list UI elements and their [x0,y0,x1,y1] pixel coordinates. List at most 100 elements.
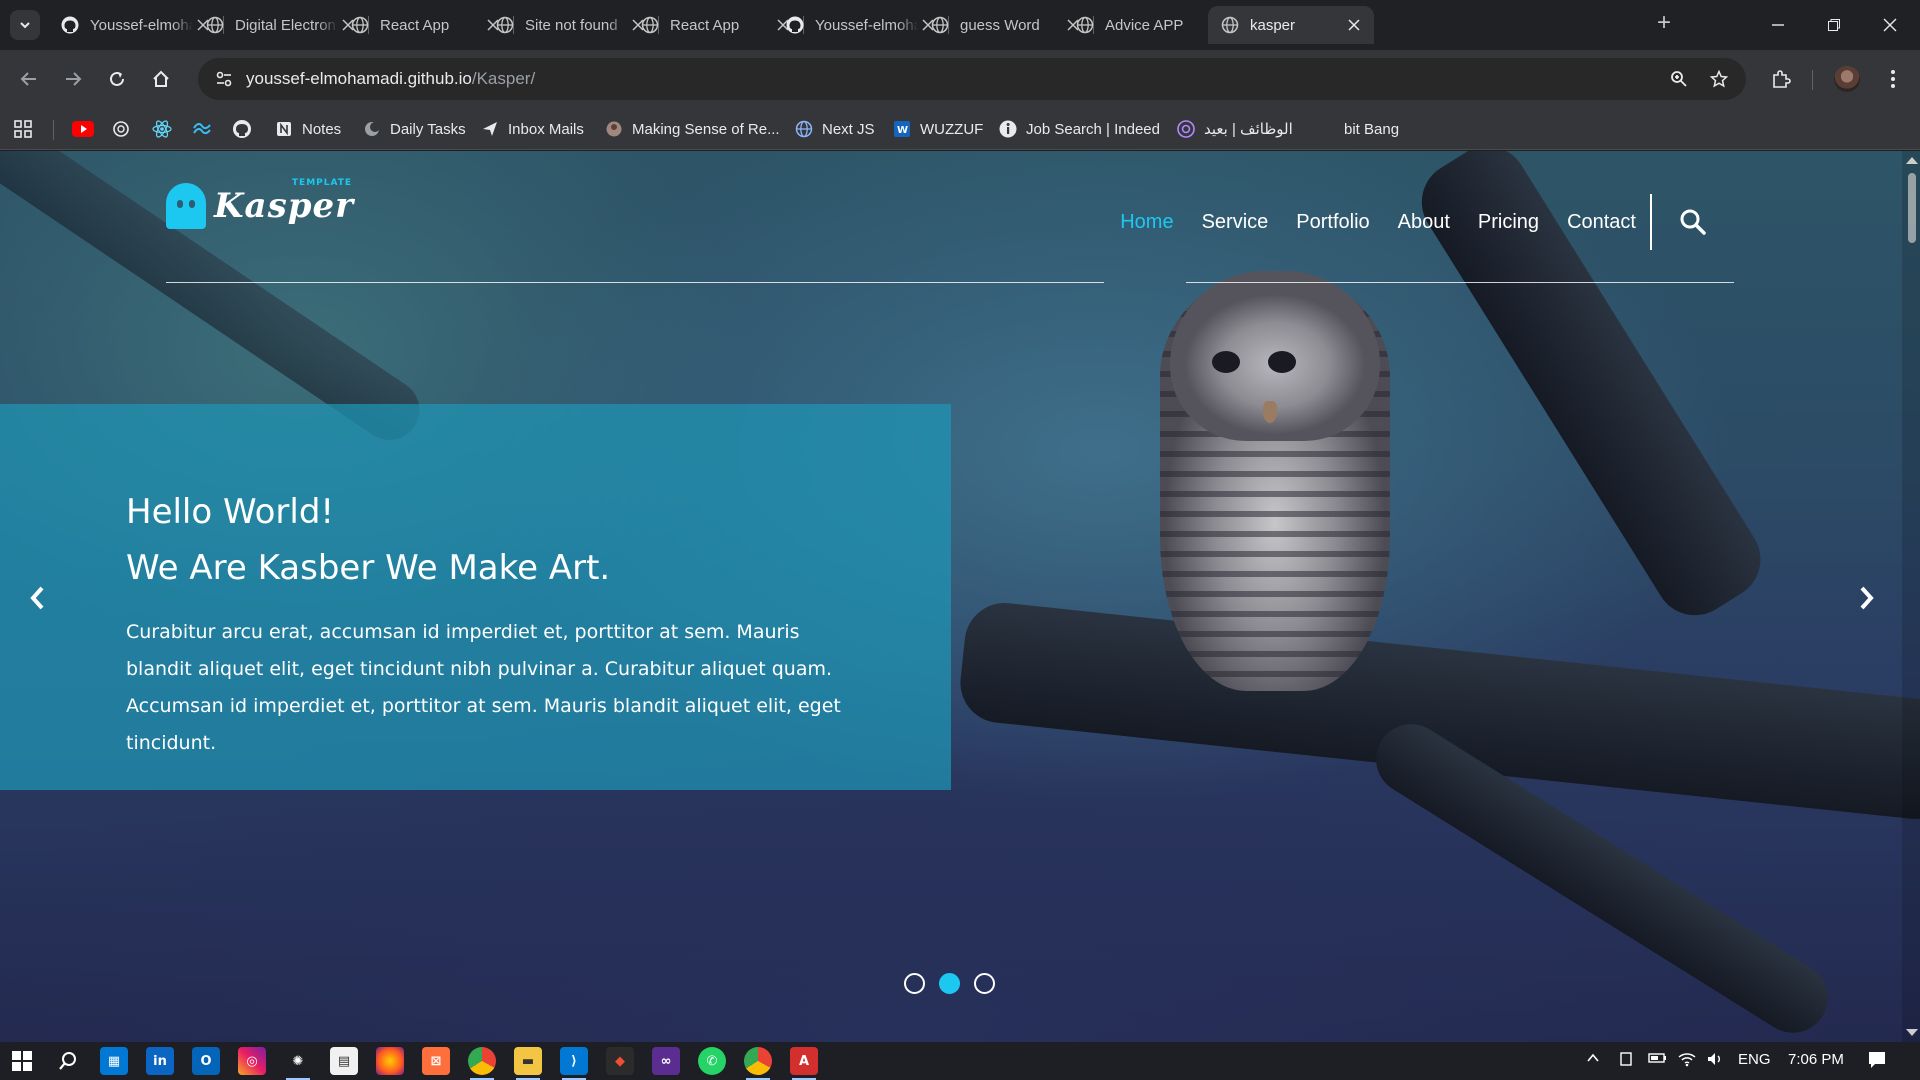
star-icon [1710,70,1728,88]
notepad-icon[interactable]: ▤ [330,1047,358,1075]
reload-button[interactable] [102,64,132,94]
start-button[interactable] [8,1047,36,1075]
tab-search-button[interactable] [10,10,40,40]
moon-icon [362,119,382,139]
bookmark-label: Job Search | Indeed [1026,120,1160,138]
bookmark-item[interactable]: Next JS [794,117,875,141]
restore-button[interactable] [1814,10,1854,40]
globe-icon [495,15,515,35]
forward-button[interactable] [58,64,88,94]
hero-box: Hello World! We Are Kasber We Make Art. … [0,404,951,790]
nav-divider [1650,194,1652,250]
bookmark-item[interactable]: W WUZZUF [892,117,983,141]
tray-device-button[interactable] [1618,1051,1634,1071]
instagram-icon[interactable]: ◎ [238,1047,266,1075]
scroll-thumb[interactable] [1908,173,1916,243]
close-icon [1348,19,1360,31]
slider-dot-3[interactable] [974,973,995,994]
address-bar[interactable]: youssef-elmohamadi.github.io/Kasper/ [198,58,1746,100]
wifi-button[interactable] [1678,1051,1696,1071]
acrobat-icon[interactable]: A [790,1047,818,1080]
language-indicator[interactable]: ENG [1738,1051,1771,1068]
bookmark-item[interactable]: Job Search | Indeed [998,117,1160,141]
bookmark-label: WUZZUF [920,120,984,138]
bookmark-star-button[interactable] [1704,64,1734,94]
nav-about[interactable]: About [1398,211,1450,234]
home-button[interactable] [146,64,176,94]
slider-dot-2[interactable] [939,973,960,994]
more-vert-icon [1891,70,1895,88]
file-explorer-icon[interactable]: ▬ [514,1047,542,1080]
github-icon [785,15,805,35]
nav-home[interactable]: Home [1120,211,1173,234]
bookmark-item[interactable]: Making Sense of Re... [604,117,780,141]
outlook-icon[interactable]: O [192,1047,220,1075]
vscode-icon[interactable]: ⟩ [560,1047,588,1080]
xampp-icon[interactable]: ⊠ [422,1047,450,1075]
firefox-icon[interactable] [376,1047,404,1075]
chatgpt-app-icon[interactable]: ✺ [284,1047,312,1080]
bookmark-label: Notes [302,120,342,138]
slider-prev-button[interactable] [22,583,52,613]
bookmark-chatgpt[interactable] [112,117,130,141]
bookmark-item[interactable]: Notes [274,117,341,141]
menu-button[interactable] [1878,64,1908,94]
bookmark-label: Daily Tasks [390,120,466,138]
hero-text: Curabitur arcu erat, accumsan id imperdi… [126,621,841,754]
bookmarks-bar: Notes Daily Tasks Inbox Mails Making Sense … [0,108,1920,150]
bookmark-item[interactable]: bit Bang [1316,117,1399,141]
globe-icon [350,15,370,35]
close-window-button[interactable] [1870,10,1910,40]
tab-title: Youssef-elmohamadi [815,16,918,34]
chrome-profile-icon[interactable] [744,1047,772,1080]
slider-next-button[interactable] [1852,583,1882,613]
notifications-button[interactable] [1868,1051,1886,1073]
slider-dots [904,973,1009,994]
bookmark-item[interactable]: الوظائف | بعيد [1176,117,1293,141]
nav-service[interactable]: Service [1202,211,1269,234]
bookmark-github[interactable] [232,117,252,141]
profile-button[interactable] [1832,64,1862,94]
clock[interactable]: 7:06 PM [1788,1051,1844,1068]
visual-studio-icon[interactable]: ∞ [652,1047,680,1075]
git-icon[interactable]: ◆ [606,1047,634,1075]
linkedin-icon[interactable]: in [146,1047,174,1075]
site-logo[interactable]: Kasper TEMPLATE [166,178,355,229]
hero-title: Hello World! We Are Kasber We Make Art. [126,484,610,596]
bookmark-youtube[interactable] [72,117,94,141]
close-tab-button[interactable] [1344,15,1364,35]
bookmark-tailwind[interactable] [192,117,212,141]
new-tab-button[interactable]: + [1652,11,1676,36]
taskbar-search-button[interactable] [54,1047,82,1075]
logo-wordmark: Kasper [214,186,355,226]
site-search-button[interactable] [1678,207,1708,237]
page-scrollbar[interactable] [1902,151,1920,1042]
close-icon [1883,18,1897,32]
site-info-button[interactable] [204,58,244,100]
nav-contact[interactable]: Contact [1567,211,1636,234]
whatsapp-icon[interactable]: ✆ [698,1047,726,1075]
bookmark-react[interactable] [152,117,172,141]
store-icon[interactable]: ▦ [100,1047,128,1075]
bookmark-item[interactable]: Daily Tasks [362,117,466,141]
volume-button[interactable] [1706,1051,1724,1071]
back-button[interactable] [14,64,44,94]
toolbar-separator [1812,70,1813,90]
minimize-button[interactable] [1758,10,1798,40]
scroll-down-arrow[interactable] [1906,1029,1918,1036]
bookmark-item[interactable]: Inbox Mails [480,117,584,141]
slider-dot-1[interactable] [904,973,925,994]
globe-icon [1075,15,1095,35]
battery-button[interactable] [1648,1051,1668,1069]
chevron-left-icon [30,586,44,610]
tray-overflow-button[interactable] [1586,1051,1600,1069]
browser-tab[interactable]: kasper [1208,6,1374,44]
nav-pricing[interactable]: Pricing [1478,211,1539,234]
extensions-button[interactable] [1766,64,1796,94]
apps-button[interactable] [14,117,32,141]
zoom-button[interactable] [1664,64,1694,94]
svg-text:W: W [897,125,908,136]
nav-portfolio[interactable]: Portfolio [1296,211,1369,234]
scroll-up-arrow[interactable] [1906,157,1918,164]
chrome-icon[interactable] [468,1047,496,1080]
